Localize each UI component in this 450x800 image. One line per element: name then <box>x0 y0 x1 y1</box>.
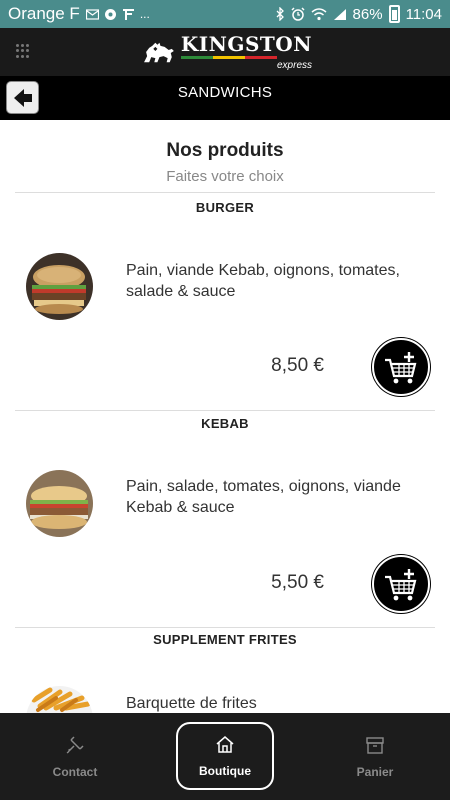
bottom-navigation: Contact Boutique Panier <box>0 713 450 800</box>
settings-notification-icon <box>104 8 116 20</box>
product-price: 5,50 € <box>271 572 324 593</box>
nav-label: Boutique <box>199 764 251 778</box>
section-heading: Nos produits <box>166 140 284 161</box>
signal-notification-icon <box>122 8 134 20</box>
cart-add-icon <box>385 352 417 384</box>
product-price: 8,50 € <box>271 355 324 376</box>
mail-icon <box>85 9 99 20</box>
nav-panier[interactable]: Panier <box>325 713 425 800</box>
cart-box-icon <box>366 736 384 754</box>
wifi-icon <box>311 7 327 20</box>
contact-icon <box>66 735 84 754</box>
lion-logo-icon <box>144 42 174 63</box>
stripe-yellow <box>212 55 245 59</box>
stripe-green <box>180 55 213 59</box>
product-category: BURGER <box>195 200 255 215</box>
carrier-name: Orange F <box>8 4 80 23</box>
nav-label: Panier <box>356 764 394 779</box>
cart-add-icon <box>385 569 417 601</box>
status-bar: Orange F ... 86% 11:04 <box>0 0 450 28</box>
kebab-image <box>26 470 93 537</box>
divider <box>15 627 435 628</box>
product-category: KEBAB <box>201 416 249 431</box>
divider <box>15 410 435 411</box>
page-title: SANDWICHS <box>177 84 273 101</box>
product-list[interactable]: Nos produits Faites votre choix BURGER P… <box>0 120 450 713</box>
brand-name: KINGSTON <box>180 31 312 56</box>
add-to-cart-button[interactable] <box>372 338 430 396</box>
add-to-cart-button[interactable] <box>372 555 430 613</box>
alarm-icon <box>291 7 305 21</box>
battery-icon <box>388 5 400 23</box>
divider <box>15 192 435 193</box>
product-description: Pain, salade, tomates, oignons, viande K… <box>126 478 401 516</box>
product-description: Pain, viande Kebab, oignons, tomates, sa… <box>126 262 400 300</box>
stripe-red <box>244 55 277 59</box>
burger-image <box>26 253 93 320</box>
product-description: Barquette de frites <box>126 695 257 712</box>
nav-boutique[interactable]: Boutique <box>176 722 274 790</box>
home-icon <box>216 736 234 753</box>
battery-percent: 86% <box>352 5 383 23</box>
title-bar: SANDWICHS <box>0 76 450 120</box>
menu-grid-icon[interactable] <box>16 44 30 58</box>
section-subheading: Faites votre choix <box>166 168 284 185</box>
more-notifications: ... <box>139 7 150 21</box>
flag-stripe <box>180 55 277 59</box>
fries-image <box>26 686 93 713</box>
product-category: SUPPLEMENT FRITES <box>153 632 297 647</box>
app-header: KINGSTON express <box>0 28 450 76</box>
brand-tagline: express <box>276 59 312 71</box>
clock: 11:04 <box>405 5 442 23</box>
cell-signal-icon <box>333 8 346 20</box>
brand-logo[interactable]: KINGSTON express <box>142 30 312 74</box>
bluetooth-icon <box>276 7 284 21</box>
nav-contact[interactable]: Contact <box>25 713 125 800</box>
nav-label: Contact <box>52 764 98 779</box>
